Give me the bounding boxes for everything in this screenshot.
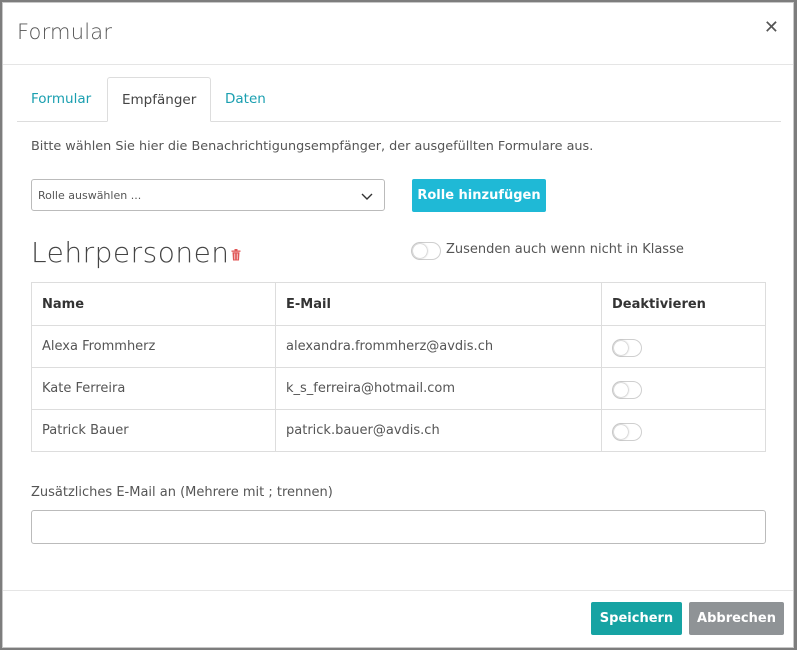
recipient-name: Alexa Frommherz (31, 325, 276, 368)
table-row: Alexa Frommherz alexandra.frommherz@avdi… (31, 325, 766, 368)
add-role-button[interactable]: Rolle hinzufügen (412, 179, 546, 212)
table-row: Kate Ferreira k_s_ferreira@hotmail.com (31, 367, 766, 410)
recipient-name: Kate Ferreira (31, 367, 276, 410)
cancel-button[interactable]: Abbrechen (689, 602, 784, 635)
tab-empfaenger[interactable]: Empfänger (107, 77, 212, 122)
modal-footer: Speichern Abbrechen (3, 590, 793, 647)
table-row: Patrick Bauer patrick.bauer@avdis.ch (31, 409, 766, 452)
recipient-email: k_s_ferreira@hotmail.com (275, 367, 602, 410)
deactivate-cell (601, 409, 766, 452)
deactivate-toggle[interactable] (612, 338, 642, 357)
modal-title: Formular (17, 20, 113, 44)
deactivate-cell (601, 367, 766, 410)
deactivate-toggle[interactable] (612, 422, 642, 441)
tab-bar: Formular Empfänger Daten (17, 77, 781, 122)
send-anyway-toggle[interactable] (411, 242, 441, 260)
save-button[interactable]: Speichern (591, 602, 682, 635)
recipients-intro: Bitte wählen Sie hier die Benachrichtigu… (31, 139, 594, 154)
deactivate-cell (601, 325, 766, 368)
trash-icon[interactable] (231, 249, 241, 261)
recipient-email: patrick.bauer@avdis.ch (275, 409, 602, 452)
role-select-value: Rolle auswählen ... (38, 189, 142, 202)
close-icon[interactable]: ✕ (764, 19, 779, 37)
column-header-email: E-Mail (275, 282, 602, 326)
recipients-table: Name E-Mail Deaktivieren Alexa Frommherz… (31, 282, 766, 452)
extra-email-label: Zusätzliches E-Mail an (Mehrere mit ; tr… (31, 485, 333, 500)
tab-daten[interactable]: Daten (211, 77, 280, 121)
recipient-email: alexandra.frommherz@avdis.ch (275, 325, 602, 368)
deactivate-toggle[interactable] (612, 380, 642, 399)
chevron-down-icon (361, 193, 373, 200)
column-header-deactivate: Deaktivieren (601, 282, 766, 326)
column-header-name: Name (31, 282, 276, 326)
table-header-row: Name E-Mail Deaktivieren (31, 282, 766, 326)
section-title: Lehrpersonen (31, 236, 230, 269)
role-select[interactable]: Rolle auswählen ... (31, 179, 385, 211)
modal-header: Formular ✕ (3, 3, 793, 65)
tab-formular[interactable]: Formular (17, 77, 105, 121)
extra-email-input[interactable] (31, 510, 766, 544)
formular-modal: Formular ✕ Formular Empfänger Daten Bitt… (2, 2, 794, 648)
send-anyway-label: Zusenden auch wenn nicht in Klasse (446, 242, 684, 257)
recipient-name: Patrick Bauer (31, 409, 276, 452)
